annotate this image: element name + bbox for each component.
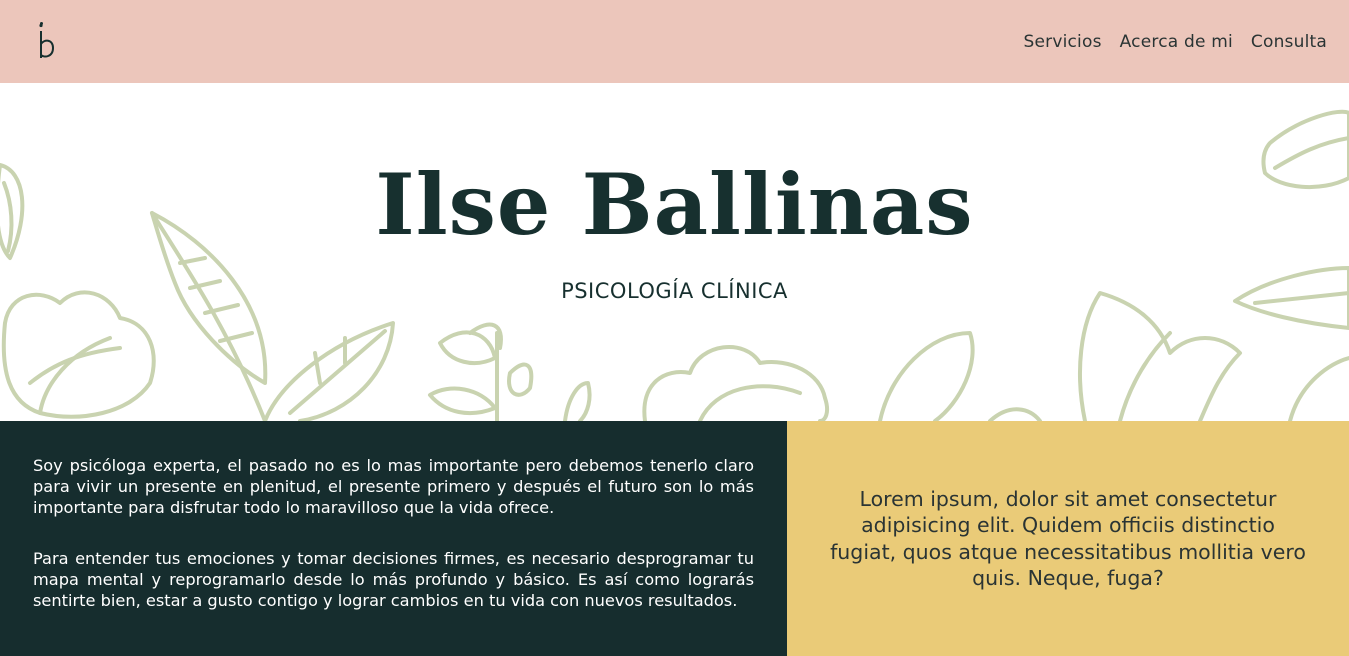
nav-link-servicios[interactable]: Servicios — [1023, 32, 1101, 52]
nav-link-consulta[interactable]: Consulta — [1251, 32, 1327, 52]
about-panel: Soy psicóloga experta, el pasado no es l… — [0, 421, 787, 656]
top-navbar: ib Servicios Acerca de mi Consulta — [0, 0, 1349, 83]
logo-mark-icon[interactable]: ib — [36, 21, 60, 62]
hero-section: Ilse Ballinas PSICOLOGÍA CLÍNICA — [0, 83, 1349, 421]
about-paragraph-1: Soy psicóloga experta, el pasado no es l… — [33, 456, 754, 517]
main-menu: Servicios Acerca de mi Consulta — [1023, 32, 1327, 52]
hero-subtitle: PSICOLOGÍA CLÍNICA — [561, 279, 788, 303]
quote-panel: Lorem ipsum, dolor sit amet consectetur … — [787, 421, 1349, 656]
hero-title: Ilse Ballinas — [375, 155, 974, 254]
quote-text: Lorem ipsum, dolor sit amet consectetur … — [830, 486, 1306, 591]
about-paragraph-2: Para entender tus emociones y tomar deci… — [33, 549, 754, 610]
nav-link-acerca-de-mi[interactable]: Acerca de mi — [1120, 32, 1233, 52]
